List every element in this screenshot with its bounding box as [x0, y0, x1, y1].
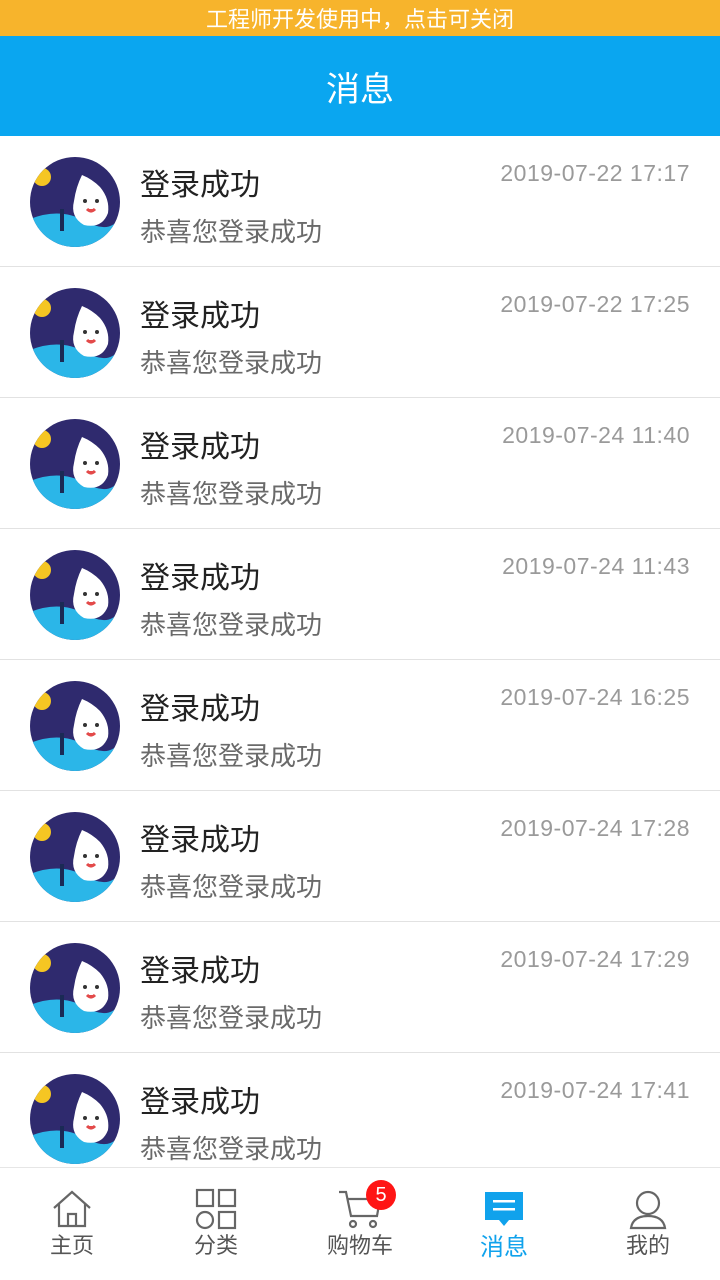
dev-banner-text: 工程师开发使用中，点击可关闭 — [205, 8, 514, 33]
message-title: 登录成功 — [140, 168, 260, 203]
avatar — [30, 812, 120, 902]
page-header: 消息 — [0, 36, 720, 136]
tab-category[interactable]: 分类 — [144, 1168, 288, 1280]
message-item[interactable]: 登录成功 恭喜您登录成功 2019-07-22 17:17 — [0, 136, 720, 267]
tab-cart[interactable]: 5 购物车 — [288, 1168, 432, 1280]
avatar — [30, 419, 120, 509]
home-icon — [53, 1190, 91, 1228]
message-subtitle: 恭喜您登录成功 — [140, 873, 323, 903]
message-time: 2019-07-24 17:28 — [500, 815, 690, 841]
message-title: 登录成功 — [140, 430, 260, 465]
message-time: 2019-07-24 17:29 — [500, 946, 690, 972]
tab-label: 我的 — [625, 1234, 670, 1259]
message-subtitle: 恭喜您登录成功 — [140, 349, 323, 379]
message-subtitle: 恭喜您登录成功 — [140, 218, 323, 248]
avatar — [30, 288, 120, 378]
message-item[interactable]: 登录成功 恭喜您登录成功 2019-07-22 17:25 — [0, 267, 720, 398]
message-time: 2019-07-24 11:43 — [502, 553, 690, 579]
message-subtitle: 恭喜您登录成功 — [140, 1135, 323, 1165]
message-item[interactable]: 登录成功 恭喜您登录成功 2019-07-24 17:28 — [0, 791, 720, 922]
message-time: 2019-07-22 17:17 — [500, 160, 690, 186]
dev-mode-banner[interactable]: 工程师开发使用中，点击可关闭 — [0, 0, 720, 36]
tab-label: 购物车 — [326, 1234, 393, 1259]
message-list[interactable]: 登录成功 恭喜您登录成功 2019-07-22 17:17 登录成功 恭喜您登录… — [0, 136, 720, 1167]
message-time: 2019-07-24 17:41 — [500, 1077, 690, 1103]
message-item[interactable]: 登录成功 恭喜您登录成功 2019-07-24 16:25 — [0, 660, 720, 791]
message-item[interactable]: 登录成功 恭喜您登录成功 2019-07-24 17:41 — [0, 1053, 720, 1167]
message-subtitle: 恭喜您登录成功 — [140, 1004, 323, 1034]
tab-label: 分类 — [193, 1234, 238, 1259]
message-title: 登录成功 — [140, 692, 260, 727]
message-subtitle: 恭喜您登录成功 — [140, 742, 323, 772]
tab-messages[interactable]: 消息 — [432, 1168, 576, 1280]
user-icon — [629, 1190, 667, 1230]
avatar — [30, 157, 120, 247]
bottom-tab-bar: 主页 分类 5 购物车 消息 我的 — [0, 1167, 720, 1280]
avatar — [30, 943, 120, 1033]
page-title: 消息 — [326, 69, 394, 110]
avatar — [30, 681, 120, 771]
tab-profile[interactable]: 我的 — [576, 1168, 720, 1280]
message-subtitle: 恭喜您登录成功 — [140, 480, 323, 510]
message-item[interactable]: 登录成功 恭喜您登录成功 2019-07-24 11:43 — [0, 529, 720, 660]
avatar — [30, 1074, 120, 1164]
tab-home[interactable]: 主页 — [0, 1168, 144, 1280]
message-title: 登录成功 — [140, 823, 260, 858]
category-grid-icon — [195, 1188, 237, 1230]
message-icon — [485, 1192, 523, 1226]
tab-label: 消息 — [480, 1233, 528, 1261]
tab-label: 主页 — [49, 1234, 94, 1259]
message-time: 2019-07-24 16:25 — [500, 684, 690, 710]
message-title: 登录成功 — [140, 954, 260, 989]
avatar — [30, 550, 120, 640]
message-time: 2019-07-22 17:25 — [500, 291, 690, 317]
message-time: 2019-07-24 11:40 — [502, 422, 690, 448]
message-title: 登录成功 — [140, 561, 260, 596]
message-title: 登录成功 — [140, 1085, 260, 1120]
cart-count-badge: 5 — [366, 1180, 396, 1210]
message-item[interactable]: 登录成功 恭喜您登录成功 2019-07-24 17:29 — [0, 922, 720, 1053]
message-subtitle: 恭喜您登录成功 — [140, 611, 323, 641]
message-title: 登录成功 — [140, 299, 260, 334]
message-item[interactable]: 登录成功 恭喜您登录成功 2019-07-24 11:40 — [0, 398, 720, 529]
